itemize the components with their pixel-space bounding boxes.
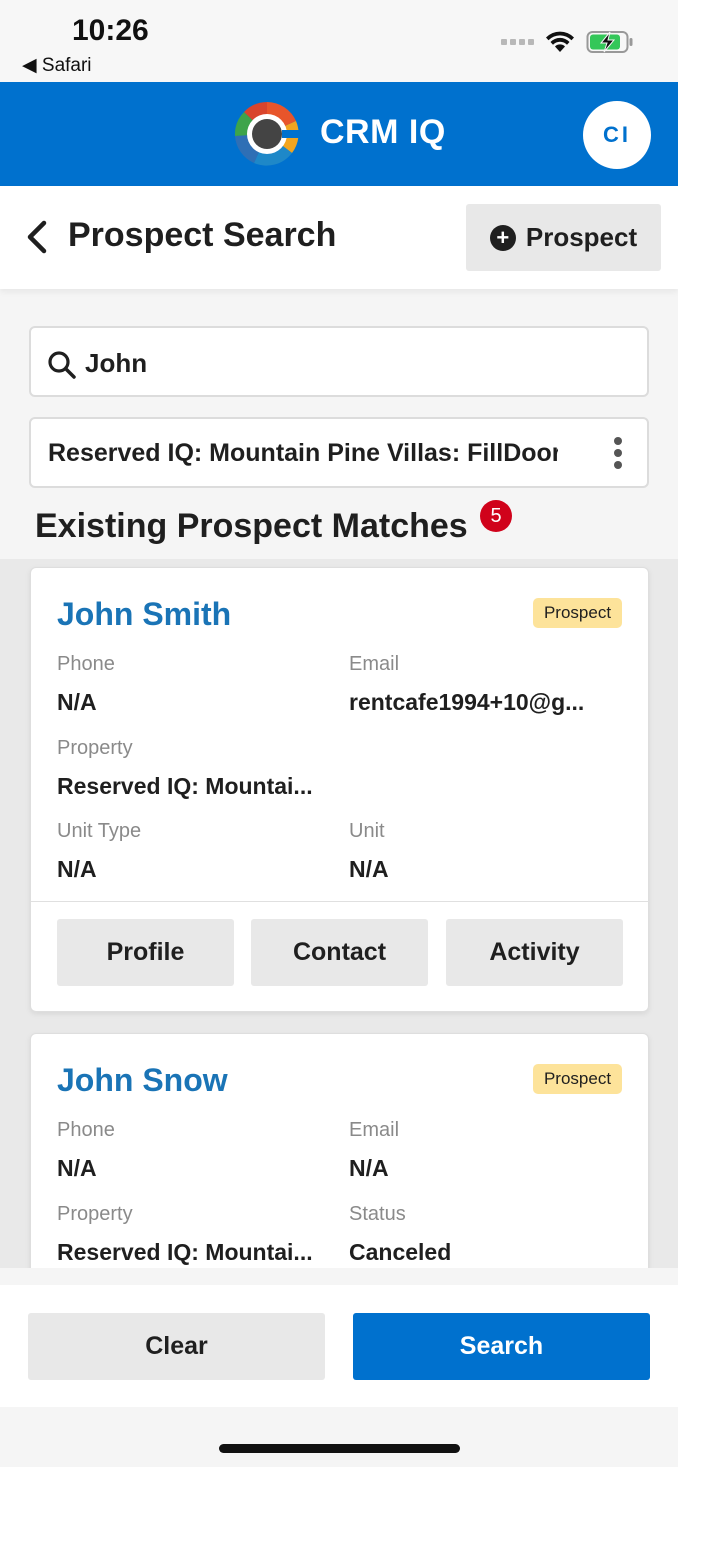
app-header: CRM IQ CI xyxy=(0,82,678,186)
matches-heading: Existing Prospect Matches xyxy=(35,507,468,545)
property-filter-value: Reserved IQ: Mountain Pine Villas: FillD… xyxy=(48,439,558,467)
property-value: Reserved IQ: Mountai... xyxy=(57,773,313,799)
property-label: Property xyxy=(57,1203,133,1225)
user-avatar[interactable]: CI xyxy=(583,101,651,169)
battery-charging-icon xyxy=(586,31,633,53)
activity-button[interactable]: Activity xyxy=(446,919,623,986)
phone-label: Phone xyxy=(57,1119,115,1141)
status-time: 10:26 xyxy=(72,14,149,47)
search-button[interactable]: Search xyxy=(353,1313,650,1380)
unit-type-value: N/A xyxy=(57,856,97,882)
bottom-action-bar: Clear Search xyxy=(0,1285,678,1407)
contact-button[interactable]: Contact xyxy=(251,919,428,986)
add-prospect-button[interactable]: + Prospect xyxy=(466,204,661,271)
search-input[interactable]: John xyxy=(29,326,649,397)
wifi-icon xyxy=(546,31,574,52)
prospect-name-link[interactable]: John Snow xyxy=(57,1062,228,1099)
phone-screen: 10:26 ◀ Safari CRM IQ CI Prospect Search… xyxy=(0,0,678,1467)
page-title-bar: Prospect Search + Prospect xyxy=(0,186,678,289)
app-title: CRM IQ xyxy=(320,113,446,151)
unit-type-label: Unit Type xyxy=(57,820,142,842)
property-value: Reserved IQ: Mountai... xyxy=(57,1239,313,1265)
status-icons xyxy=(501,30,634,54)
property-filter-select[interactable]: Reserved IQ: Mountain Pine Villas: FillD… xyxy=(29,417,649,488)
add-prospect-label: Prospect xyxy=(525,222,638,252)
phone-label: Phone xyxy=(57,653,115,675)
results-list[interactable]: John Smith Prospect Phone N/A Email rent… xyxy=(0,559,678,1268)
prospect-name-link[interactable]: John Smith xyxy=(57,596,231,633)
prospect-type-badge: Prospect xyxy=(533,598,622,628)
profile-button[interactable]: Profile xyxy=(57,919,234,986)
prospect-card: John Snow Prospect Phone N/A Email N/A P… xyxy=(30,1033,649,1268)
cellular-signal-icon xyxy=(501,39,534,45)
search-icon xyxy=(48,351,76,379)
more-options-icon[interactable] xyxy=(613,437,623,469)
page-title: Prospect Search xyxy=(68,216,337,254)
status-value: Canceled xyxy=(349,1239,452,1265)
phone-value: N/A xyxy=(57,1155,97,1181)
clear-button[interactable]: Clear xyxy=(28,1313,325,1380)
status-label: Status xyxy=(349,1203,406,1225)
home-indicator[interactable] xyxy=(219,1444,460,1453)
email-value: rentcafe1994+10@g... xyxy=(349,689,585,715)
card-divider xyxy=(31,901,650,902)
prospect-type-badge: Prospect xyxy=(533,1064,622,1094)
email-label: Email xyxy=(349,653,400,675)
property-label: Property xyxy=(57,737,133,759)
email-value: N/A xyxy=(349,1155,389,1181)
back-to-safari-link[interactable]: ◀ Safari xyxy=(22,54,92,77)
status-bar: 10:26 ◀ Safari xyxy=(0,0,678,82)
unit-value: N/A xyxy=(349,856,389,882)
phone-value: N/A xyxy=(57,689,97,715)
back-chevron-icon[interactable] xyxy=(24,219,54,255)
email-label: Email xyxy=(349,1119,400,1141)
prospect-card: John Smith Prospect Phone N/A Email rent… xyxy=(30,567,650,1012)
crm-iq-logo-icon xyxy=(234,102,300,166)
matches-count-badge: 5 xyxy=(480,500,512,532)
search-input-value: John xyxy=(85,348,148,378)
plus-circle-icon: + xyxy=(489,224,516,251)
unit-label: Unit xyxy=(349,820,385,842)
